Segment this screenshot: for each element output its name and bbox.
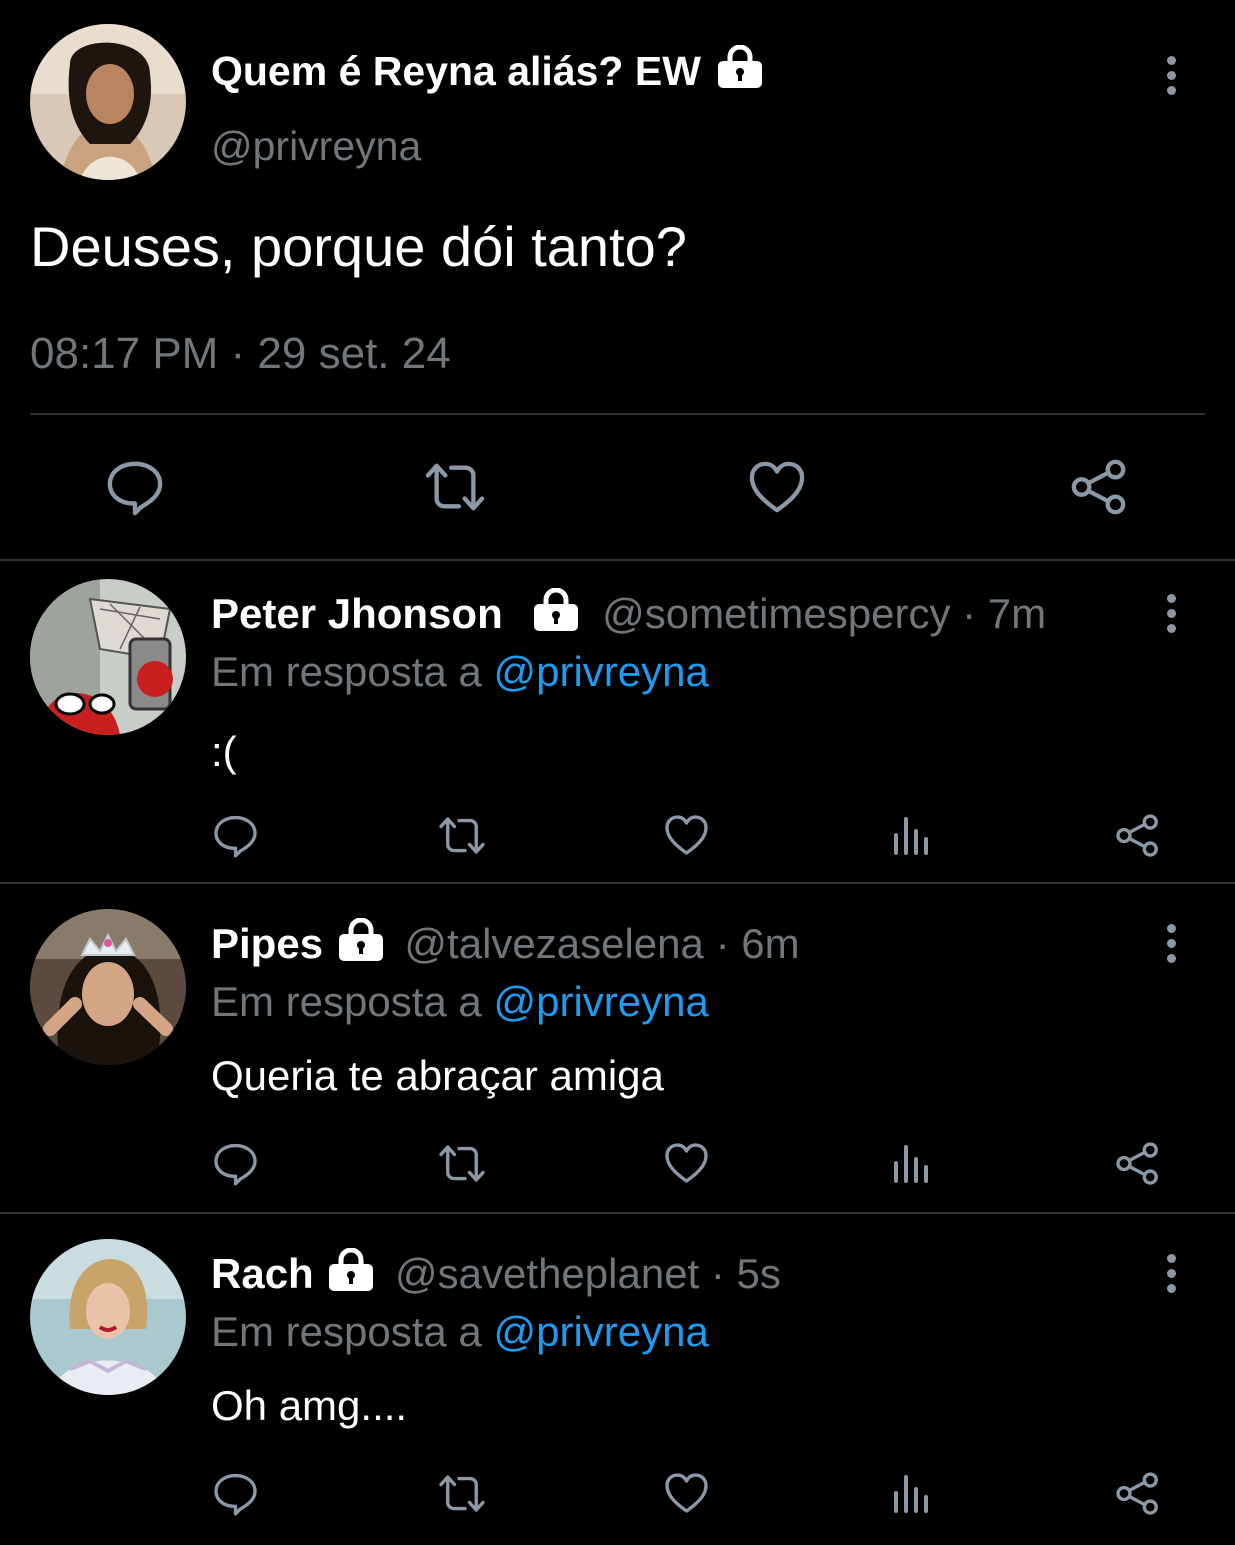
- lock-icon: [716, 45, 764, 89]
- reply-time: · 6m: [715, 920, 800, 967]
- reply-time: · 7m: [962, 590, 1047, 637]
- retweet-icon[interactable]: [435, 1141, 489, 1186]
- retweet-icon[interactable]: [420, 458, 490, 516]
- like-icon[interactable]: [748, 460, 806, 514]
- avatar[interactable]: [30, 909, 186, 1065]
- share-icon[interactable]: [1115, 1141, 1160, 1186]
- lock-icon: [327, 1248, 375, 1292]
- more-options-icon[interactable]: [1165, 924, 1177, 969]
- display-name[interactable]: Pipes: [211, 920, 323, 967]
- user-handle[interactable]: @savetheplanet: [395, 1250, 699, 1297]
- reply-context-label: Em resposta a: [211, 648, 482, 695]
- avatar[interactable]: [30, 1239, 186, 1395]
- display-name[interactable]: Peter Jhonson: [211, 590, 503, 637]
- views-icon[interactable]: [892, 1143, 932, 1183]
- display-name[interactable]: Rach: [211, 1250, 314, 1297]
- lock-icon: [532, 588, 580, 632]
- like-icon[interactable]: [664, 1142, 709, 1184]
- share-icon[interactable]: [1115, 813, 1160, 858]
- reply-time: · 5s: [710, 1250, 781, 1297]
- user-handle[interactable]: @privreyna: [211, 120, 421, 172]
- reply-context-label: Em resposta a: [211, 1308, 482, 1355]
- reply-context-label: Em resposta a: [211, 978, 482, 1025]
- more-options-icon[interactable]: [1165, 56, 1177, 101]
- reply-text: :(: [211, 728, 237, 775]
- retweet-icon[interactable]: [435, 813, 489, 858]
- reply-icon[interactable]: [213, 1141, 258, 1186]
- reply-to-link[interactable]: @privreyna: [493, 978, 708, 1025]
- reply-text: Queria te abraçar amiga: [211, 1052, 664, 1099]
- share-icon[interactable]: [1070, 458, 1128, 516]
- share-icon[interactable]: [1115, 1471, 1160, 1516]
- more-options-icon[interactable]: [1165, 1254, 1177, 1299]
- display-name[interactable]: Quem é Reyna aliás? EW: [211, 48, 701, 94]
- reply-icon[interactable]: [213, 1471, 258, 1516]
- tweet-text: Deuses, porque dói tanto?: [30, 215, 687, 278]
- reply-icon[interactable]: [213, 813, 258, 858]
- retweet-icon[interactable]: [435, 1471, 489, 1516]
- user-handle[interactable]: @sometimespercy: [602, 590, 950, 637]
- tweet-timestamp: 08:17 PM · 29 set. 24: [30, 329, 451, 378]
- lock-icon: [337, 918, 385, 962]
- reply-icon[interactable]: [106, 458, 164, 516]
- user-handle[interactable]: @talvezaselena: [404, 920, 703, 967]
- divider: [30, 413, 1205, 415]
- reply-to-link[interactable]: @privreyna: [493, 648, 708, 695]
- views-icon[interactable]: [892, 815, 932, 855]
- reply-text: Oh amg....: [211, 1382, 408, 1429]
- divider: [0, 882, 1235, 884]
- like-icon[interactable]: [664, 814, 709, 856]
- divider: [0, 1212, 1235, 1214]
- more-options-icon[interactable]: [1165, 594, 1177, 639]
- avatar[interactable]: [30, 24, 186, 180]
- reply-to-link[interactable]: @privreyna: [493, 1308, 708, 1355]
- divider: [0, 559, 1235, 561]
- like-icon[interactable]: [664, 1472, 709, 1514]
- views-icon[interactable]: [892, 1473, 932, 1513]
- avatar[interactable]: [30, 579, 186, 735]
